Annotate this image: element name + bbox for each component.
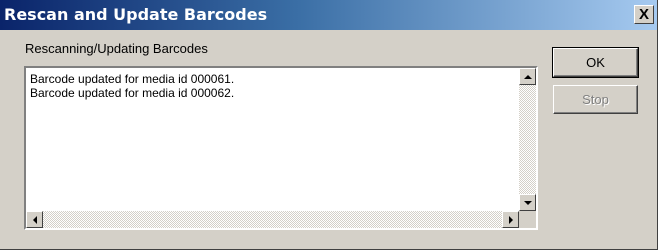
close-button[interactable]: X xyxy=(634,5,654,24)
arrow-right-icon xyxy=(508,215,513,224)
arrow-left-icon xyxy=(32,215,37,224)
arrow-up-icon xyxy=(523,74,532,79)
scroll-right-button[interactable] xyxy=(502,211,519,228)
scrollbar-corner xyxy=(519,211,536,228)
ok-button[interactable]: OK xyxy=(552,47,639,78)
dialog-window: Rescan and Update Barcodes X Rescanning/… xyxy=(0,0,658,250)
scroll-left-button[interactable] xyxy=(26,211,43,228)
progress-label: Rescanning/Updating Barcodes xyxy=(25,41,208,56)
title-bar[interactable]: Rescan and Update Barcodes X xyxy=(0,0,657,30)
arrow-down-icon xyxy=(523,200,532,205)
horizontal-scrollbar[interactable] xyxy=(26,211,519,228)
stop-button[interactable]: Stop xyxy=(553,85,638,114)
log-textbox[interactable]: Barcode updated for media id 000061. Bar… xyxy=(24,66,538,230)
log-lines: Barcode updated for media id 000061. Bar… xyxy=(30,72,234,100)
scroll-up-button[interactable] xyxy=(519,68,536,85)
log-line: Barcode updated for media id 000061. xyxy=(30,72,235,86)
close-icon: X xyxy=(638,6,649,23)
log-line: Barcode updated for media id 000062. xyxy=(30,86,235,100)
vertical-scrollbar[interactable] xyxy=(519,68,536,211)
scroll-down-button[interactable] xyxy=(519,194,536,211)
window-title: Rescan and Update Barcodes xyxy=(4,5,268,24)
